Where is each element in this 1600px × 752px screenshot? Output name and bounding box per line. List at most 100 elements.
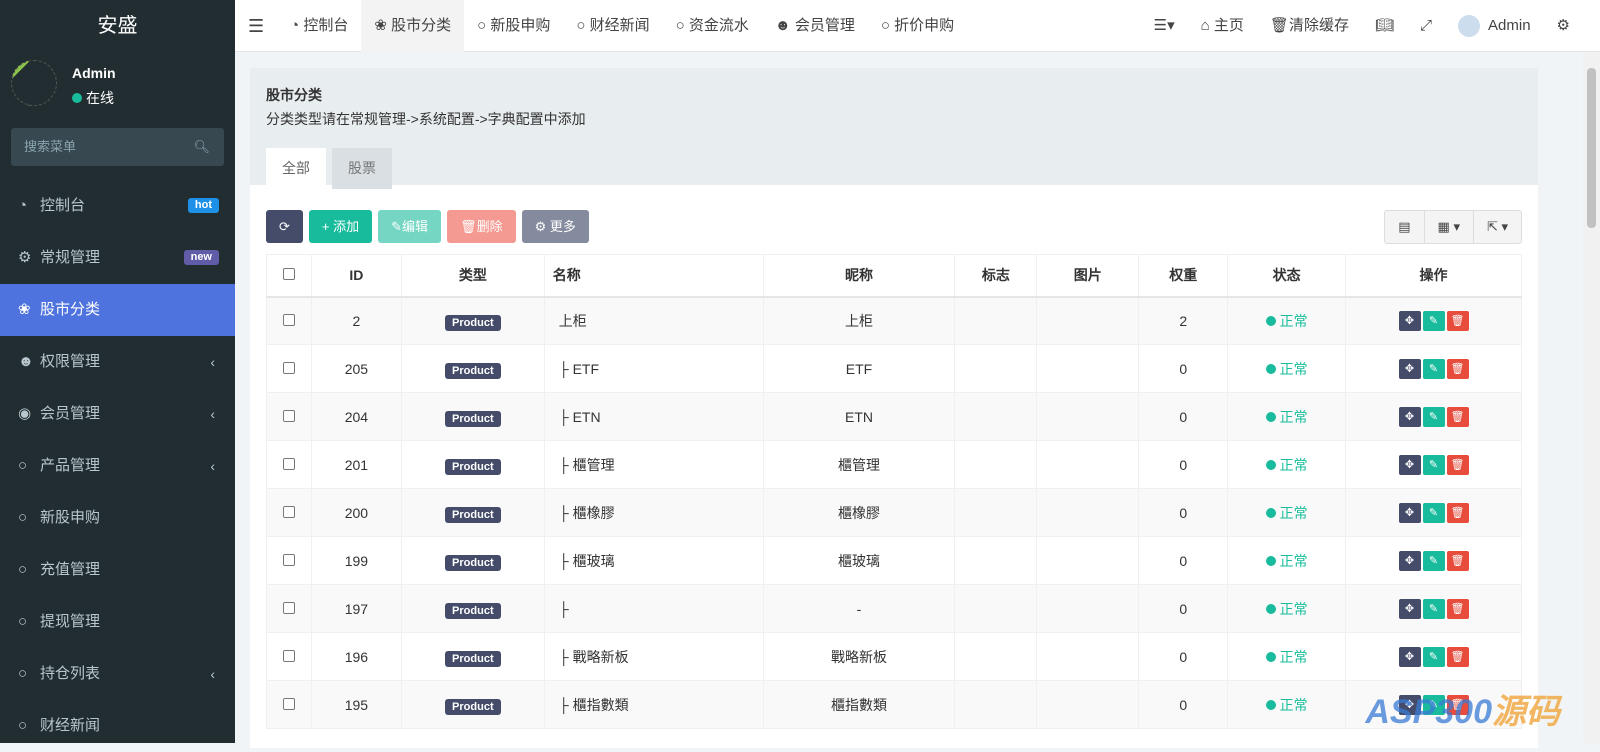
column-header[interactable]: 权重 <box>1138 254 1229 298</box>
sidebar-item-7[interactable]: ○ 充值管理 <box>0 544 235 596</box>
edit-row-button[interactable]: ✎ <box>1422 502 1445 523</box>
top-tab-1[interactable]: ❀ 股市分类 <box>361 0 465 52</box>
delete-row-button[interactable]: 🗑︎ <box>1446 502 1469 523</box>
sidebar-item-2[interactable]: ❀ 股市分类 <box>0 284 235 336</box>
sidebar-item-1[interactable]: ⚙ 常规管理 new <box>0 232 235 284</box>
edit-row-button[interactable]: ✎ <box>1422 358 1445 379</box>
tab-all[interactable]: 全部 <box>266 148 326 189</box>
sidebar-item-10[interactable]: ○ 财经新闻 <box>0 700 235 752</box>
delete-row-button[interactable]: 🗑︎ <box>1446 646 1469 667</box>
sidebar-item-0[interactable]: ◔ 控制台 hot <box>0 180 235 232</box>
table-row[interactable]: 201 Product ├ 櫃管理 櫃管理 0 正常 ✥ ✎ 🗑︎ <box>266 440 1522 489</box>
edit-row-button[interactable]: ✎ <box>1422 454 1445 475</box>
more-button[interactable]: ⚙ 更多 <box>521 210 589 243</box>
select-all-checkbox[interactable] <box>266 254 312 298</box>
edit-row-button[interactable]: ✎ <box>1422 310 1445 331</box>
drag-move-icon[interactable]: ✥ <box>1398 358 1421 379</box>
top-tab-6[interactable]: ○ 折价申购 <box>868 0 967 52</box>
settings-gear-icon[interactable]: ⚙ <box>1544 0 1600 52</box>
sidebar-item-9[interactable]: ○ 持仓列表 ‹ <box>0 648 235 700</box>
column-header[interactable]: 操作 <box>1345 254 1522 298</box>
menu-search-input[interactable]: 搜索菜单 🔍︎ <box>11 128 224 166</box>
user-menu[interactable]: Admin <box>1445 0 1544 52</box>
delete-button[interactable]: 🗑︎删除 <box>447 210 516 243</box>
delete-row-button[interactable]: 🗑︎ <box>1446 406 1469 427</box>
menu-toggle-icon[interactable]: ☰ <box>235 0 277 52</box>
table-row[interactable]: 195 Product ├ 櫃指數類 櫃指數類 0 正常 ✥ ✎ 🗑︎ <box>266 680 1522 729</box>
delete-row-button[interactable]: 🗑︎ <box>1446 310 1469 331</box>
sidebar-item-8[interactable]: ○ 提现管理 <box>0 596 235 648</box>
sidebar-item-3[interactable]: ☻ 权限管理 ‹ <box>0 336 235 388</box>
multi-menu-dropdown-icon[interactable]: ☰▾ <box>1141 0 1188 52</box>
edit-row-button[interactable]: ✎ <box>1422 598 1445 619</box>
edit-row-button[interactable]: ✎ <box>1422 550 1445 571</box>
delete-row-button[interactable]: 🗑︎ <box>1446 598 1469 619</box>
drag-move-icon[interactable]: ✥ <box>1398 598 1421 619</box>
row-checkbox[interactable] <box>266 488 312 537</box>
sidebar-item-6[interactable]: ○ 新股申购 <box>0 492 235 544</box>
column-header[interactable]: 类型 <box>400 254 545 298</box>
column-header[interactable]: ID <box>310 254 402 298</box>
scrollbar-thumb[interactable] <box>1587 68 1596 228</box>
edit-button[interactable]: ✎编辑 <box>378 210 442 243</box>
language-icon[interactable]: 📖︎ <box>1362 0 1407 52</box>
drag-move-icon[interactable]: ✥ <box>1398 646 1421 667</box>
drag-move-icon[interactable]: ✥ <box>1398 502 1421 523</box>
delete-row-button[interactable]: 🗑︎ <box>1446 358 1469 379</box>
top-tab-0[interactable]: ◔ 控制台 <box>277 0 361 52</box>
top-tab-3[interactable]: ○ 财经新闻 <box>563 0 662 52</box>
row-checkbox[interactable] <box>266 296 312 345</box>
app-logo[interactable]: 安盛 <box>0 0 235 52</box>
row-checkbox[interactable] <box>266 536 312 585</box>
row-checkbox[interactable] <box>266 392 312 441</box>
drag-move-icon[interactable]: ✥ <box>1398 406 1421 427</box>
table-row[interactable]: 204 Product ├ ETN ETN 0 正常 ✥ ✎ 🗑︎ <box>266 392 1522 441</box>
column-header[interactable]: 昵称 <box>762 254 956 298</box>
add-button[interactable]: + 添加 <box>308 210 373 243</box>
top-tab-5[interactable]: ☻ 会员管理 <box>762 0 868 52</box>
cell-image <box>1036 344 1140 393</box>
table-row[interactable]: 205 Product ├ ETF ETF 0 正常 ✥ ✎ 🗑︎ <box>266 344 1522 393</box>
clear-cache-button[interactable]: 🗑︎清除缓存 <box>1257 0 1362 52</box>
cell-nickname: 櫃指數類 <box>762 680 956 729</box>
edit-row-button[interactable]: ✎ <box>1422 406 1445 427</box>
table-row[interactable]: 200 Product ├ 櫃橡膠 櫃橡膠 0 正常 ✥ ✎ 🗑︎ <box>266 488 1522 537</box>
refresh-button[interactable]: ⟳ <box>266 210 303 243</box>
drag-move-icon[interactable]: ✥ <box>1398 454 1421 475</box>
top-tab-4[interactable]: ○ 资金流水 <box>663 0 762 52</box>
row-checkbox[interactable] <box>266 344 312 393</box>
column-header[interactable]: 图片 <box>1036 254 1140 298</box>
top-tab-2[interactable]: ○ 新股申购 <box>464 0 563 52</box>
main-panel: 股市分类 分类类型请在常规管理->系统配置->字典配置中添加 全部 股票 ⟳ +… <box>250 68 1538 748</box>
edit-row-button[interactable]: ✎ <box>1422 646 1445 667</box>
fullscreen-icon[interactable]: ⤢ <box>1407 0 1445 52</box>
row-checkbox[interactable] <box>266 584 312 633</box>
tab-stock[interactable]: 股票 <box>332 148 392 189</box>
export-dropdown-icon[interactable]: ⇱ ▾ <box>1472 211 1521 243</box>
table-row[interactable]: 197 Product ├ - 0 正常 ✥ ✎ 🗑︎ <box>266 584 1522 633</box>
table-row[interactable]: 196 Product ├ 戰略新板 戰略新板 0 正常 ✥ ✎ 🗑︎ <box>266 632 1522 681</box>
sidebar-item-5[interactable]: ○ 产品管理 ‹ <box>0 440 235 492</box>
column-header[interactable]: 标志 <box>954 254 1038 298</box>
sidebar-item-label: 控制台 <box>40 197 86 214</box>
drag-move-icon[interactable]: ✥ <box>1398 550 1421 571</box>
tab-icon: ○ <box>880 16 895 34</box>
drag-move-icon[interactable]: ✥ <box>1398 310 1421 331</box>
tab-icon: ☻ <box>774 16 795 34</box>
delete-row-button[interactable]: 🗑︎ <box>1446 454 1469 475</box>
page-scrollbar[interactable] <box>1583 52 1600 743</box>
sidebar-item-4[interactable]: ◉ 会员管理 ‹ <box>0 388 235 440</box>
row-checkbox[interactable] <box>266 632 312 681</box>
search-icon[interactable]: 🔍︎ <box>193 128 210 166</box>
columns-dropdown-icon[interactable]: ▦ ▾ <box>1423 211 1473 243</box>
row-checkbox[interactable] <box>266 440 312 489</box>
column-header[interactable]: 名称 <box>543 254 764 298</box>
table-row[interactable]: 199 Product ├ 櫃玻璃 櫃玻璃 0 正常 ✥ ✎ 🗑︎ <box>266 536 1522 585</box>
toggle-view-icon[interactable]: ▤ <box>1385 211 1423 243</box>
home-link[interactable]: ⌂ 主页 <box>1188 0 1257 52</box>
delete-row-button[interactable]: 🗑︎ <box>1446 550 1469 571</box>
row-checkbox[interactable] <box>266 680 312 729</box>
cell-weight: 0 <box>1138 680 1229 729</box>
table-row[interactable]: 2 Product 上柜 上柜 2 正常 ✥ ✎ 🗑︎ <box>266 296 1522 345</box>
column-header[interactable]: 状态 <box>1227 254 1347 298</box>
